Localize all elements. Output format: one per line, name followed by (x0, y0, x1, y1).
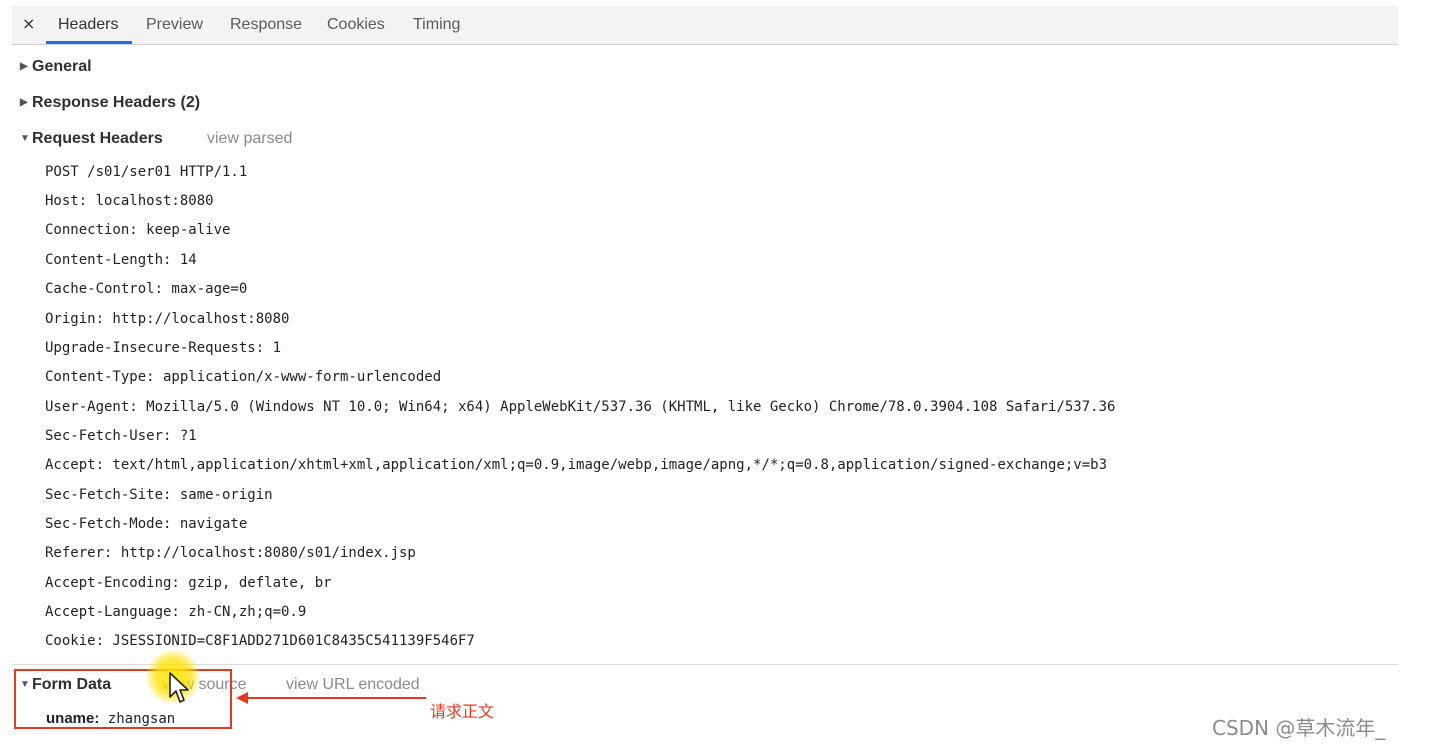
header-origin: Origin: http://localhost:8080 (45, 311, 290, 327)
tab-response[interactable]: Response (230, 16, 302, 34)
tab-cookies[interactable]: Cookies (327, 16, 385, 34)
section-response-headers[interactable]: ▶ Response Headers (2) (20, 94, 200, 112)
section-divider (12, 664, 1398, 665)
tab-timing[interactable]: Timing (413, 16, 460, 34)
section-request-headers-label: Request Headers (32, 130, 163, 147)
header-accept-language: Accept-Language: zh-CN,zh;q=0.9 (45, 604, 307, 620)
close-icon[interactable]: × (22, 14, 35, 33)
request-line: POST /s01/ser01 HTTP/1.1 (45, 164, 248, 180)
header-upgrade-insecure-requests: Upgrade-Insecure-Requests: 1 (45, 340, 282, 356)
triangle-right-icon: ▶ (20, 97, 28, 108)
watermark: CSDN @草木流年_ (1212, 716, 1386, 740)
header-sec-fetch-site: Sec-Fetch-Site: same-origin (45, 487, 273, 503)
header-content-type: Content-Type: application/x-www-form-url… (45, 369, 442, 385)
header-host: Host: localhost:8080 (45, 193, 214, 209)
section-general-label: General (32, 58, 92, 75)
header-cache-control: Cache-Control: max-age=0 (45, 281, 248, 297)
tab-preview[interactable]: Preview (146, 16, 203, 34)
header-user-agent: User-Agent: Mozilla/5.0 (Windows NT 10.0… (45, 399, 1116, 415)
section-response-headers-label: Response Headers (2) (32, 94, 201, 111)
mouse-pointer-icon (169, 672, 189, 703)
annotation-label: 请求正文 (430, 702, 495, 721)
section-general[interactable]: ▶ General (20, 58, 92, 76)
header-sec-fetch-mode: Sec-Fetch-Mode: navigate (45, 516, 248, 532)
tab-headers[interactable]: Headers (58, 16, 118, 34)
header-accept: Accept: text/html,application/xhtml+xml,… (45, 457, 1108, 473)
devtools-network-panel: × Headers Preview Response Cookies Timin… (12, 6, 1398, 750)
view-parsed-link[interactable]: view parsed (207, 130, 292, 148)
triangle-down-icon: ▼ (20, 133, 30, 144)
annotation-arrow-icon (236, 692, 426, 704)
header-connection: Connection: keep-alive (45, 222, 231, 238)
tab-bar: × Headers Preview Response Cookies Timin… (12, 6, 1398, 45)
header-accept-encoding: Accept-Encoding: gzip, deflate, br (45, 575, 332, 591)
triangle-right-icon: ▶ (20, 61, 28, 72)
header-content-length: Content-Length: 14 (45, 252, 197, 268)
header-cookie: Cookie: JSESSIONID=C8F1ADD271D601C8435C5… (45, 633, 475, 649)
header-sec-fetch-user: Sec-Fetch-User: ?1 (45, 428, 197, 444)
header-referer: Referer: http://localhost:8080/s01/index… (45, 545, 416, 561)
section-request-headers[interactable]: ▼ Request Headers (20, 130, 163, 148)
active-tab-indicator (46, 41, 132, 44)
